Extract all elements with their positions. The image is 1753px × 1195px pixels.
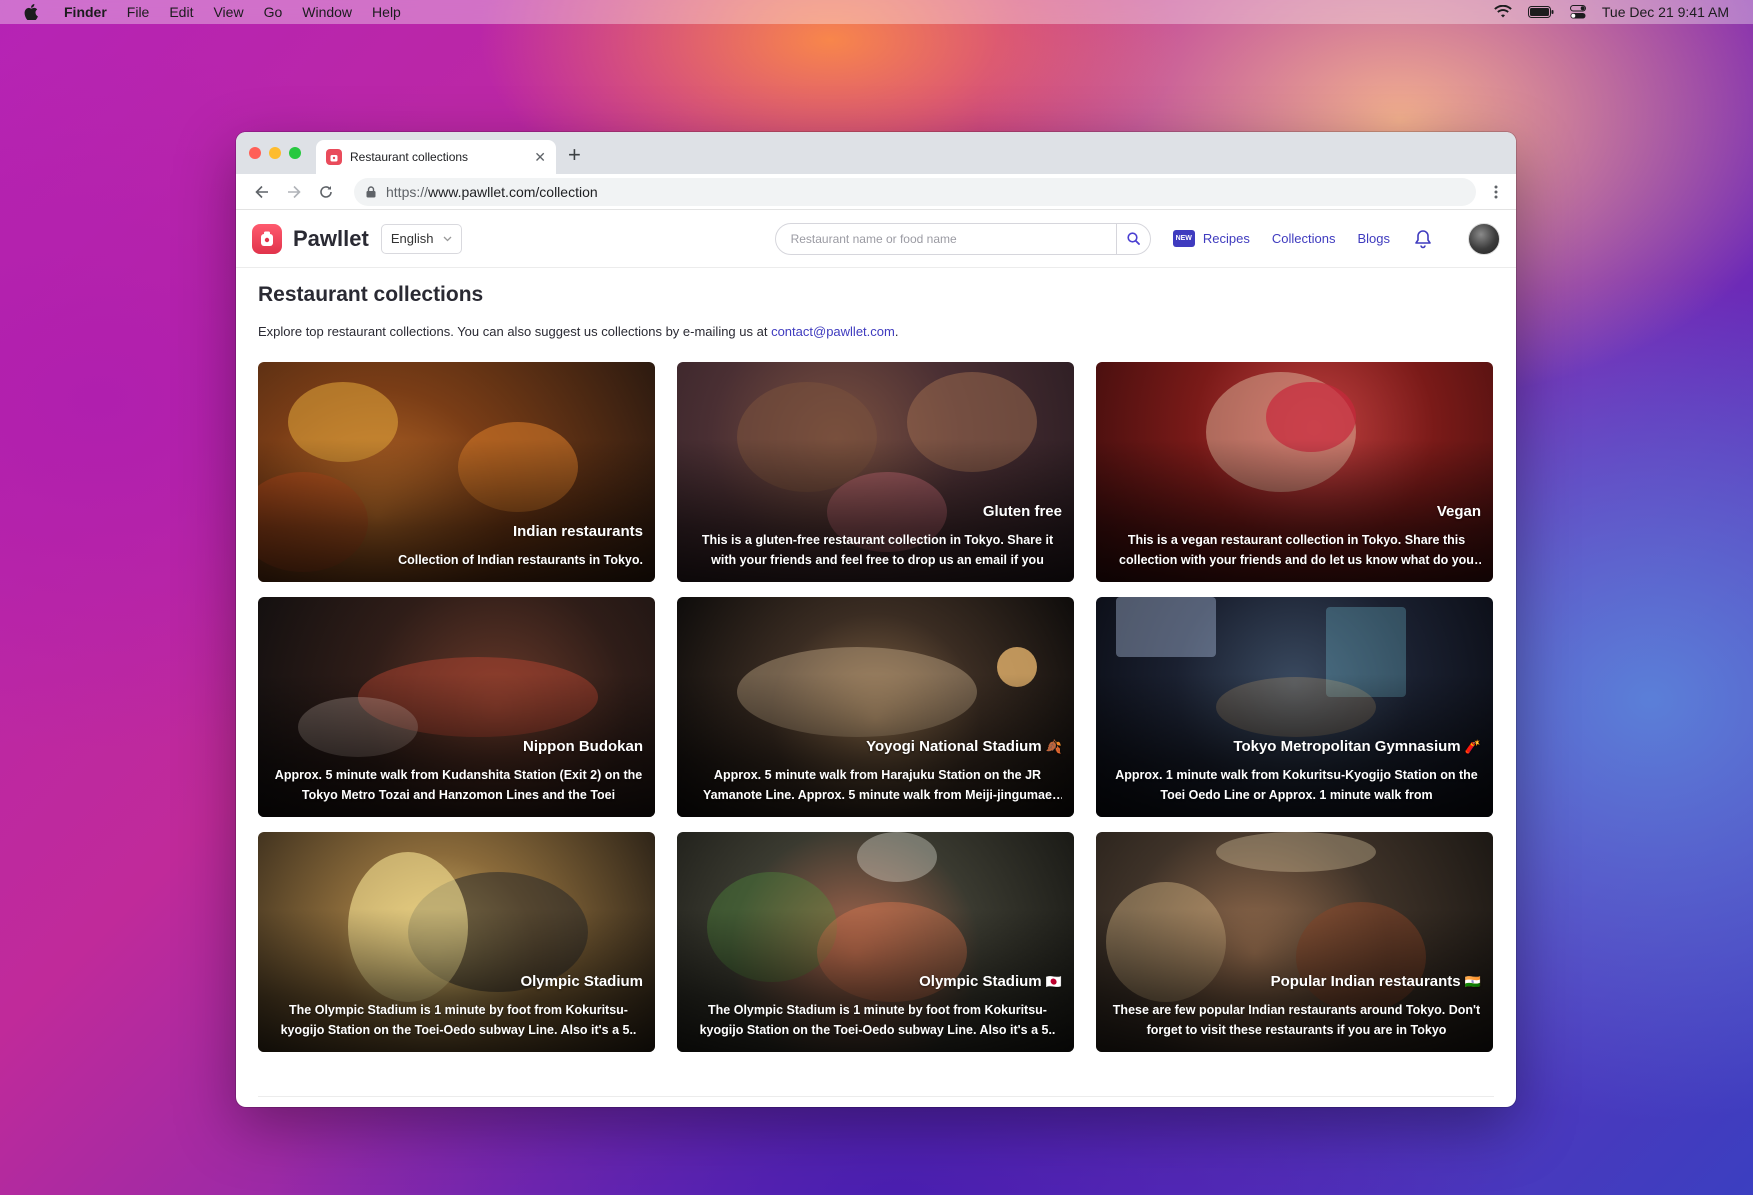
battery-icon[interactable]	[1527, 6, 1554, 18]
collection-card[interactable]: Vegan This is a vegan restaurant collect…	[1096, 362, 1493, 582]
card-description: Approx. 5 minute walk from Kudanshita St…	[274, 768, 643, 802]
nav-collections[interactable]: Collections	[1272, 231, 1336, 246]
menubar-go[interactable]: Go	[264, 4, 283, 20]
intro-text: Explore top restaurant collections. You …	[258, 324, 772, 339]
menubar-help[interactable]: Help	[372, 4, 401, 20]
new-badge: NEW	[1172, 230, 1195, 247]
macos-menubar: Finder File Edit View Go Window Help Tue…	[0, 0, 1753, 24]
control-center-icon[interactable]	[1569, 5, 1586, 19]
language-select[interactable]: English	[380, 223, 463, 254]
card-title: Indian restaurants	[512, 523, 643, 540]
search-input[interactable]: Restaurant name or food name	[776, 232, 1116, 246]
card-title: Tokyo Metropolitan Gymnasium 🧨	[1233, 738, 1481, 755]
menubar-window[interactable]: Window	[302, 4, 352, 20]
card-title: Nippon Budokan	[523, 738, 643, 755]
window-controls	[249, 147, 301, 159]
new-tab-icon[interactable]: +	[568, 144, 581, 166]
url-scheme: https://	[386, 183, 429, 200]
browser-window: Restaurant collections ✕ + https://www.p…	[236, 132, 1516, 1107]
menubar-clock[interactable]: Tue Dec 21 9:41 AM	[1602, 4, 1729, 20]
address-bar[interactable]: https://www.pawllet.com/collection	[354, 177, 1476, 206]
close-tab-icon[interactable]: ✕	[534, 149, 546, 166]
card-title: Olympic Stadium 🇯🇵	[919, 973, 1062, 990]
card-title: Popular Indian restaurants 🇮🇳	[1270, 973, 1481, 990]
url-text: www.pawllet.com/collection	[428, 183, 598, 200]
minimize-window-button[interactable]	[269, 147, 281, 159]
language-value: English	[390, 231, 434, 246]
brand-name[interactable]: Pawllet	[293, 226, 369, 252]
menubar-edit[interactable]: Edit	[169, 4, 193, 20]
site-header: Pawllet English Restaurant name or food …	[236, 210, 1516, 268]
site-nav: NEW Recipes Collections Blogs	[1172, 229, 1432, 249]
card-title: Yoyogi National Stadium 🍂	[866, 738, 1062, 755]
wifi-icon[interactable]	[1494, 5, 1512, 19]
collection-card[interactable]: Tokyo Metropolitan Gymnasium 🧨 Approx. 1…	[1096, 597, 1493, 817]
card-description: The Olympic Stadium is 1 minute by foot …	[699, 1003, 1056, 1037]
page-intro: Explore top restaurant collections. You …	[258, 324, 1494, 339]
card-description: Approx. 5 minute walk from Harajuku Stat…	[703, 768, 1052, 802]
collection-card[interactable]: Gluten free This is a gluten-free restau…	[677, 362, 1074, 582]
card-title: Gluten free	[982, 503, 1062, 520]
intro-end: .	[894, 324, 899, 339]
card-description: This is a gluten-free restaurant collect…	[701, 533, 1054, 567]
nav-blogs[interactable]: Blogs	[1357, 231, 1390, 246]
collection-card[interactable]: Popular Indian restaurants 🇮🇳 These are …	[1096, 832, 1493, 1052]
card-title: Vegan	[1436, 503, 1481, 520]
card-description: Approx. 1 minute walk from Kokuritsu-Kyo…	[1115, 768, 1478, 802]
nav-recipes[interactable]: Recipes	[1203, 231, 1250, 246]
menubar-app-name[interactable]: Finder	[64, 4, 107, 20]
zoom-window-button[interactable]	[289, 147, 301, 159]
collection-card[interactable]: Indian restaurants Collection of Indian …	[258, 362, 655, 582]
menubar-file[interactable]: File	[127, 4, 150, 20]
search-button[interactable]	[1115, 223, 1150, 254]
lock-icon[interactable]	[366, 185, 376, 198]
menubar-view[interactable]: View	[213, 4, 243, 20]
divider	[258, 1096, 1494, 1097]
search-box: Restaurant name or food name	[774, 222, 1151, 255]
collection-grid: Indian restaurants Collection of Indian …	[258, 362, 1494, 1052]
collection-card[interactable]: Olympic Stadium The Olympic Stadium is 1…	[258, 832, 655, 1052]
back-arrow-icon[interactable]	[246, 185, 278, 199]
bell-icon[interactable]	[1414, 229, 1432, 249]
card-description: Collection of Indian restaurants in Toky…	[398, 553, 643, 567]
card-description: The Olympic Stadium is 1 minute by foot …	[280, 1003, 637, 1037]
close-window-button[interactable]	[249, 147, 261, 159]
card-description: This is a vegan restaurant collection in…	[1119, 533, 1474, 567]
pawllet-favicon-icon	[326, 149, 342, 165]
search-icon	[1126, 232, 1140, 245]
contact-email-link[interactable]: contact@pawllet.com	[771, 324, 895, 339]
card-description: These are few popular Indian restaurants…	[1112, 1003, 1481, 1037]
apple-menu-icon[interactable]	[24, 4, 38, 20]
tab-title: Restaurant collections	[350, 150, 469, 164]
main-content: Restaurant collections Explore top resta…	[236, 283, 1516, 1052]
tab-strip: Restaurant collections ✕ +	[236, 132, 1516, 174]
tab-restaurant-collections[interactable]: Restaurant collections ✕	[316, 140, 556, 174]
collection-card[interactable]: Nippon Budokan Approx. 5 minute walk fro…	[258, 597, 655, 817]
forward-arrow-icon[interactable]	[278, 185, 310, 199]
chevron-down-icon	[443, 236, 452, 242]
user-avatar[interactable]	[1468, 222, 1500, 255]
collection-card[interactable]: Olympic Stadium 🇯🇵 The Olympic Stadium i…	[677, 832, 1074, 1052]
pawllet-logo-icon[interactable]	[252, 223, 282, 254]
browser-menu-icon[interactable]	[1486, 185, 1506, 199]
page-title: Restaurant collections	[258, 283, 484, 306]
card-title: Olympic Stadium	[520, 973, 643, 990]
browser-toolbar: https://www.pawllet.com/collection	[236, 174, 1516, 210]
reload-icon[interactable]	[310, 185, 342, 199]
collection-card[interactable]: Yoyogi National Stadium 🍂 Approx. 5 minu…	[677, 597, 1074, 817]
